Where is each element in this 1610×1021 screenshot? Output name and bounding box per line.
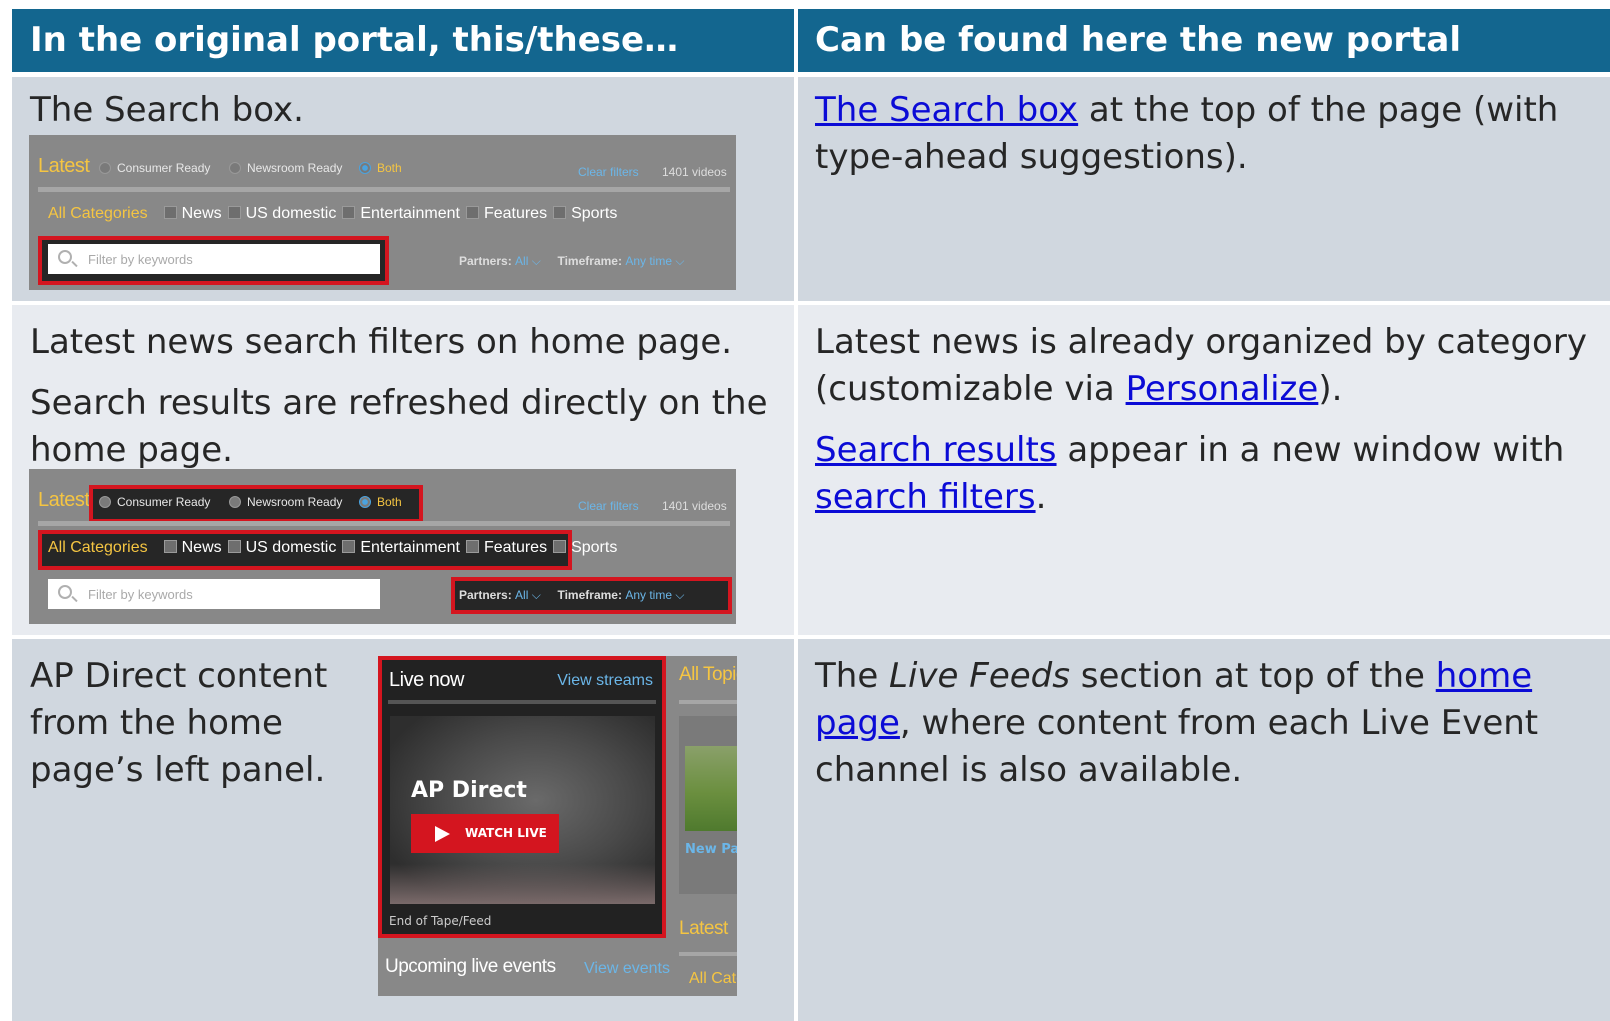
checkbox-icon [163, 206, 177, 219]
row-filters-original: Latest news search filters on home page.… [12, 305, 794, 635]
radio-icon [99, 496, 111, 508]
divider [679, 952, 737, 956]
search-icon [58, 250, 72, 264]
row-description-2: Search results appear in a new window wi… [815, 430, 1565, 517]
view-streams-link: View streams [557, 672, 653, 689]
radio-newsroom-ready: Newsroom Ready [229, 161, 342, 175]
checkbox-icon [553, 540, 567, 553]
search-filters-link[interactable]: search filters [815, 477, 1036, 517]
row-description: The Search box at the top of the page (w… [815, 90, 1559, 177]
row-search-box-original: The Search box. Latest Consumer Ready Ne… [12, 77, 794, 301]
radio-selected-icon [359, 496, 371, 508]
row-description: The Live Feeds section at top of the hom… [815, 656, 1539, 790]
live-now-screenshot: Live now View streams AP Direct WATCH LI… [378, 656, 737, 996]
side-latest-label: Latest [679, 918, 728, 939]
row-filters-new: Latest news is already organized by cate… [798, 305, 1610, 635]
stadium-thumbnail [685, 746, 737, 831]
partners-timeframe: Partners: All ⌵ Timeframe: Any time ⌵ [459, 254, 685, 268]
header-original-portal: In the original portal, this/these… [12, 9, 794, 72]
play-icon [435, 826, 450, 842]
filter-panel-screenshot: Latest Consumer Ready Newsroom Ready Bot… [29, 135, 736, 290]
radio-selected-icon [359, 162, 371, 174]
search-results-link[interactable]: Search results [815, 430, 1057, 470]
checkbox-icon [553, 206, 567, 219]
radio-newsroom-ready: Newsroom Ready [229, 495, 342, 509]
checkbox-icon [163, 540, 177, 553]
checkbox-icon [465, 540, 479, 553]
row-search-box-new: The Search box at the top of the page (w… [798, 77, 1610, 301]
search-box-link[interactable]: The Search box [815, 90, 1078, 130]
view-events-link: View events [584, 960, 670, 977]
header-new-portal: Can be found here the new portal [798, 9, 1610, 72]
filter-panel-screenshot-2: Latest Consumer Ready Newsroom Ready Bot… [29, 469, 736, 624]
ap-direct-title: AP Direct [411, 778, 527, 803]
video-thumbnail: AP Direct WATCH LIVE [390, 716, 655, 904]
divider [679, 700, 737, 704]
end-of-tape-label: End of Tape/Feed [389, 914, 492, 928]
search-icon [58, 585, 72, 599]
row-ap-direct-new: The Live Feeds section at top of the hom… [798, 639, 1610, 1021]
watch-live-button: WATCH LIVE [411, 814, 559, 853]
category-filters: All Categories News US domestic Entertainme… [48, 205, 618, 222]
radio-icon [99, 162, 111, 174]
row-label: Latest news search filters on home page. [30, 322, 733, 362]
all-categories-label: All Cate [689, 970, 737, 987]
radio-icon [229, 496, 241, 508]
checkbox-icon [342, 206, 356, 219]
divider [388, 700, 656, 704]
side-column: All Topic New Pa Latest All Cate [675, 656, 737, 996]
new-pa-label: New Pa [685, 842, 737, 857]
latest-label: Latest [38, 155, 90, 177]
radio-consumer-ready: Consumer Ready [99, 495, 210, 509]
checkbox-icon [227, 540, 241, 553]
all-topics-label: All Topic [679, 664, 737, 685]
search-input-mock: Filter by keywords [48, 579, 380, 609]
category-filters: All Categories News US domestic Entertainme… [48, 539, 618, 556]
radio-both: Both [359, 161, 402, 175]
row-label-2: Search results are refreshed directly on… [30, 383, 768, 470]
video-count: 1401 videos [662, 499, 727, 513]
row-ap-direct-original: AP Direct content from the home page’s l… [12, 639, 794, 1021]
radio-consumer-ready: Consumer Ready [99, 161, 210, 175]
radio-both: Both [359, 495, 402, 509]
row-label: AP Direct content from the home page’s l… [30, 656, 328, 790]
checkbox-icon [465, 206, 479, 219]
checkbox-icon [227, 206, 241, 219]
row-label: The Search box. [30, 90, 304, 130]
personalize-link[interactable]: Personalize [1126, 369, 1319, 409]
partners-timeframe: Partners: All ⌵ Timeframe: Any time ⌵ [459, 588, 685, 602]
divider [38, 521, 730, 526]
radio-icon [229, 162, 241, 174]
video-count: 1401 videos [662, 165, 727, 179]
checkbox-icon [342, 540, 356, 553]
clear-filters-link: Clear filters [578, 499, 639, 513]
live-now-highlight-box: Live now View streams AP Direct WATCH LI… [378, 656, 666, 938]
row-description-1: Latest news is already organized by cate… [815, 322, 1587, 409]
search-input-mock: Filter by keywords [48, 244, 380, 274]
divider [38, 187, 730, 192]
upcoming-events-title: Upcoming live events [385, 956, 556, 977]
live-now-title: Live now [389, 669, 464, 691]
clear-filters-link: Clear filters [578, 165, 639, 179]
latest-label: Latest [38, 489, 90, 511]
